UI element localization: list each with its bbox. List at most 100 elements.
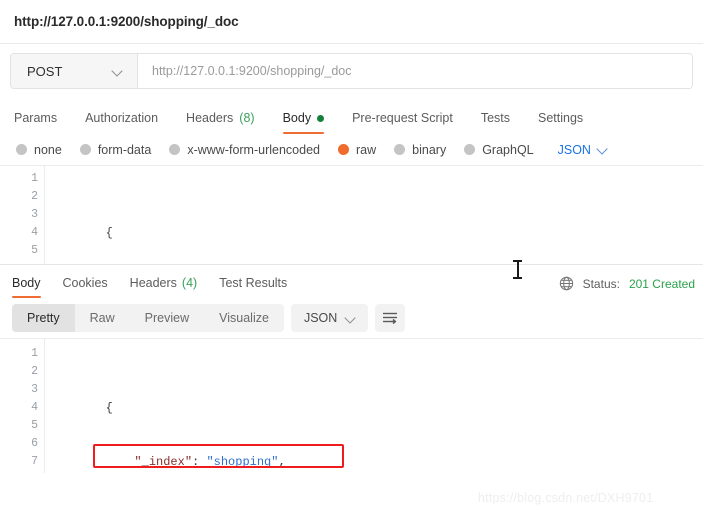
response-view-toolbar: Pretty Raw Preview Visualize JSON <box>0 298 703 339</box>
response-body-editor[interactable]: 1 2 3 4 5 6 7 { "_index": "shopping", "_… <box>0 339 703 473</box>
tab-label: Params <box>14 111 58 125</box>
http-method-dropdown[interactable]: POST <box>11 54 138 88</box>
tab-label: Headers <box>186 111 234 125</box>
tab-headers[interactable]: Headers (8) <box>172 111 269 134</box>
request-code-content: { ····"title":"小米手机", ····"category":"小米… <box>48 170 703 264</box>
response-code-content: { "_index": "shopping", "_type": "_doc",… <box>48 345 703 473</box>
code-line: { <box>48 206 703 240</box>
tab-authorization[interactable]: Authorization <box>71 111 172 134</box>
code-colon: : <box>192 455 207 469</box>
request-tab-bar: Params Authorization Headers (8) Body Pr… <box>0 98 703 134</box>
tab-body[interactable]: Body <box>269 111 339 134</box>
radio-icon <box>169 144 181 155</box>
view-mode-pretty[interactable]: Pretty <box>12 304 75 332</box>
view-mode-raw[interactable]: Raw <box>75 304 130 332</box>
tab-label: Settings <box>538 111 584 125</box>
radio-label: binary <box>412 142 447 157</box>
view-mode-preview[interactable]: Preview <box>130 304 204 332</box>
request-body-editor[interactable]: 1 2 3 4 5 { ····"title":"小米手机", ····"cat… <box>0 166 703 265</box>
tab-tests[interactable]: Tests <box>467 111 524 134</box>
url-bar: POST http://127.0.0.1:9200/shopping/_doc <box>10 53 693 89</box>
line-number: 4 <box>31 401 38 414</box>
wrap-text-icon <box>383 312 398 324</box>
body-type-radio-group: none form-data x-www-form-urlencoded raw… <box>0 134 703 166</box>
line-number: 4 <box>31 226 38 239</box>
request-title-bar: http://127.0.0.1:9200/shopping/_doc <box>0 0 703 44</box>
response-view-mode-group: Pretty Raw Preview Visualize <box>12 304 284 332</box>
line-number: 1 <box>31 172 38 185</box>
radio-label: form-data <box>97 142 152 157</box>
radio-form-data[interactable]: form-data <box>79 142 152 157</box>
url-input[interactable]: http://127.0.0.1:9200/shopping/_doc <box>138 54 692 88</box>
line-number: 1 <box>31 347 38 360</box>
line-number: 7 <box>31 455 38 468</box>
headers-count: (8) <box>239 111 255 125</box>
tab-label: Cookies <box>62 276 108 290</box>
globe-icon <box>559 276 573 291</box>
code-line: "_index": "shopping", <box>48 435 703 469</box>
code-comma: , <box>278 455 286 469</box>
request-format-label: JSON <box>557 142 591 157</box>
code-token: { <box>105 401 113 415</box>
editor-gutter-divider <box>44 166 45 264</box>
code-token: { <box>105 226 113 240</box>
radio-none[interactable]: none <box>16 143 62 157</box>
response-headers-count: (4) <box>181 276 198 290</box>
wrap-lines-button[interactable] <box>375 304 406 332</box>
radio-icon-selected <box>338 144 349 155</box>
radio-icon <box>394 144 406 155</box>
line-number: 5 <box>31 244 38 257</box>
chevron-down-icon <box>598 144 609 155</box>
response-gutter-divider <box>44 339 45 473</box>
radio-label: GraphQL <box>482 142 534 157</box>
response-tab-cookies[interactable]: Cookies <box>52 276 119 298</box>
radio-x-www-form-urlencoded[interactable]: x-www-form-urlencoded <box>169 143 320 157</box>
radio-label: x-www-form-urlencoded <box>187 142 320 157</box>
code-key: "_index" <box>134 455 193 469</box>
tab-label: Tests <box>480 111 510 125</box>
code-line: { <box>48 381 703 415</box>
tab-settings[interactable]: Settings <box>524 111 597 134</box>
body-filled-dot-icon <box>317 114 325 122</box>
chevron-down-icon <box>113 66 124 77</box>
tab-label: Test Results <box>219 276 288 290</box>
status-label: Status: <box>582 276 620 291</box>
line-number: 2 <box>31 190 38 203</box>
radio-label: raw <box>356 142 377 157</box>
response-tab-body[interactable]: Body <box>12 276 52 298</box>
tab-label: Body <box>12 276 41 290</box>
response-tab-bar: Body Cookies Headers (4) Test Results St… <box>0 265 703 298</box>
chevron-down-icon <box>346 313 357 324</box>
page-title: http://127.0.0.1:9200/shopping/_doc <box>14 14 239 29</box>
response-format-label: JSON <box>303 311 338 325</box>
line-number: 2 <box>31 365 38 378</box>
status-badge: 201 Created <box>628 276 695 291</box>
code-value: "shopping" <box>206 455 279 469</box>
view-mode-visualize[interactable]: Visualize <box>204 304 284 332</box>
tab-label: Authorization <box>85 111 159 125</box>
tab-params[interactable]: Params <box>14 111 71 134</box>
line-number: 6 <box>31 437 38 450</box>
response-tab-test-results[interactable]: Test Results <box>208 276 298 298</box>
radio-label: none <box>34 142 62 157</box>
http-method-label: POST <box>27 63 63 79</box>
line-number: 3 <box>31 383 38 396</box>
request-format-dropdown[interactable]: JSON <box>558 143 609 157</box>
tab-pre-request-script[interactable]: Pre-request Script <box>338 111 467 134</box>
tab-label: Headers <box>129 276 177 290</box>
radio-raw[interactable]: raw <box>338 143 376 157</box>
postman-window: http://127.0.0.1:9200/shopping/_doc POST… <box>0 0 703 519</box>
radio-icon <box>79 144 91 155</box>
tab-label: Pre-request Script <box>352 111 453 125</box>
radio-graphql[interactable]: GraphQL <box>464 142 534 157</box>
radio-binary[interactable]: binary <box>394 143 446 157</box>
line-number: 3 <box>31 208 38 221</box>
radio-icon <box>464 144 476 155</box>
radio-icon <box>16 144 27 155</box>
response-tab-headers[interactable]: Headers (4) <box>119 276 209 298</box>
tab-label: Body <box>282 111 312 125</box>
response-status-area: Status: 201 Created <box>559 276 695 291</box>
response-format-dropdown[interactable]: JSON <box>290 304 369 332</box>
line-number: 5 <box>31 419 38 432</box>
watermark: https://blog.csdn.net/DXH9701 <box>478 491 654 505</box>
